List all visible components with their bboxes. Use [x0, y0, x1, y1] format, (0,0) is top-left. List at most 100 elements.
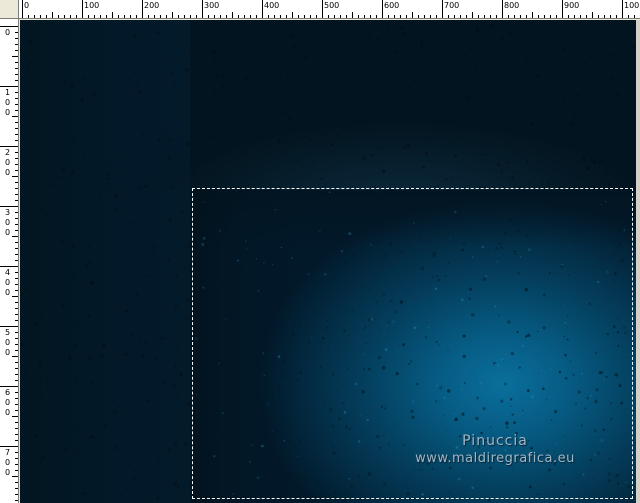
ruler-tick — [196, 15, 197, 18]
image-canvas[interactable]: Pinuccia www.maldiregrafica.eu — [20, 20, 636, 503]
ruler-tick — [568, 15, 569, 18]
ruler-tick — [15, 344, 18, 345]
ruler-tick — [15, 410, 18, 411]
vertical-ruler[interactable]: 0 100 200 300 400 500 600 700 — [0, 19, 19, 503]
ruler-tick — [526, 15, 527, 18]
ruler-tick — [0, 386, 18, 387]
ruler-tick — [214, 15, 215, 18]
ruler-label: 100 — [84, 1, 100, 10]
ruler-tick — [328, 15, 329, 18]
ruler-tick — [172, 12, 173, 18]
watermark: Pinuccia www.maldiregrafica.eu — [400, 432, 590, 467]
ruler-tick — [15, 170, 18, 171]
ruler-tick — [15, 494, 18, 495]
ruler-tick — [460, 15, 461, 18]
ruler-label: 800 — [504, 1, 520, 10]
ruler-tick — [136, 15, 137, 18]
ruler-tick — [15, 278, 18, 279]
ruler-tick — [412, 12, 413, 18]
ruler-tick — [466, 15, 467, 18]
ruler-label: 400 — [264, 1, 280, 10]
ruler-tick — [15, 182, 18, 183]
ruler-tick — [28, 15, 29, 18]
ruler-tick — [15, 218, 18, 219]
ruler-tick — [418, 15, 419, 18]
ruler-tick — [100, 15, 101, 18]
ruler-tick — [15, 482, 18, 483]
ruler-label: 500 — [4, 328, 11, 357]
ruler-tick — [274, 15, 275, 18]
ruler-tick — [538, 15, 539, 18]
ruler-tick — [15, 290, 18, 291]
ruler-tick — [232, 12, 233, 18]
ruler-tick — [220, 15, 221, 18]
ruler-tick — [15, 428, 18, 429]
ruler-tick — [22, 0, 23, 18]
ruler-tick — [15, 422, 18, 423]
ruler-tick — [484, 15, 485, 18]
ruler-tick — [15, 332, 18, 333]
ruler-tick — [208, 15, 209, 18]
ruler-tick — [15, 242, 18, 243]
ruler-tick — [15, 464, 18, 465]
ruler-tick — [634, 15, 635, 18]
ruler-tick — [454, 15, 455, 18]
ruler-tick — [15, 380, 18, 381]
ruler-tick — [118, 15, 119, 18]
ruler-tick — [64, 15, 65, 18]
ruler-tick — [262, 0, 263, 18]
ruler-tick — [508, 15, 509, 18]
ruler-tick — [478, 15, 479, 18]
ruler-tick — [15, 272, 18, 273]
ruler-label: 600 — [384, 1, 400, 10]
ruler-tick — [586, 15, 587, 18]
ruler-tick — [58, 15, 59, 18]
ruler-tick — [15, 248, 18, 249]
ruler-tick — [124, 15, 125, 18]
ruler-tick — [15, 104, 18, 105]
ruler-label: 900 — [564, 1, 580, 10]
ruler-tick — [15, 74, 18, 75]
ruler-tick — [370, 15, 371, 18]
ruler-tick — [15, 212, 18, 213]
ruler-tick — [106, 15, 107, 18]
ruler-tick — [400, 15, 401, 18]
ruler-tick — [15, 194, 18, 195]
ruler-label: 200 — [4, 148, 11, 177]
ruler-tick — [70, 15, 71, 18]
ruler-tick — [448, 15, 449, 18]
ruler-label: 0 — [4, 28, 11, 37]
ruler-tick — [424, 15, 425, 18]
ruler-tick — [130, 15, 131, 18]
ruler-tick — [382, 0, 383, 18]
ruler-tick — [12, 176, 18, 177]
ruler-tick — [15, 452, 18, 453]
ruler-tick — [352, 12, 353, 18]
ruler-tick — [46, 15, 47, 18]
ruler-tick — [256, 15, 257, 18]
ruler-tick — [15, 134, 18, 135]
watermark-author: Pinuccia — [462, 433, 528, 449]
ruler-tick — [15, 308, 18, 309]
ruler-tick — [15, 254, 18, 255]
ruler-tick — [184, 15, 185, 18]
horizontal-ruler[interactable]: 0 100 200 300 400 500 600 700 800 900 100 — [0, 0, 640, 19]
ruler-tick — [250, 15, 251, 18]
ruler-tick — [226, 15, 227, 18]
ruler-tick — [364, 15, 365, 18]
ruler-tick — [628, 15, 629, 18]
ruler-tick — [310, 15, 311, 18]
ruler-tick — [15, 98, 18, 99]
ruler-tick — [142, 0, 143, 18]
ruler-tick — [15, 188, 18, 189]
ruler-tick — [15, 458, 18, 459]
ruler-tick — [15, 68, 18, 69]
ruler-tick — [40, 15, 41, 18]
ruler-tick — [604, 15, 605, 18]
ruler-tick — [0, 206, 18, 207]
ruler-label: 200 — [144, 1, 160, 10]
ruler-tick — [616, 15, 617, 18]
ruler-tick — [280, 15, 281, 18]
ruler-tick — [112, 12, 113, 18]
ruler-tick — [15, 338, 18, 339]
